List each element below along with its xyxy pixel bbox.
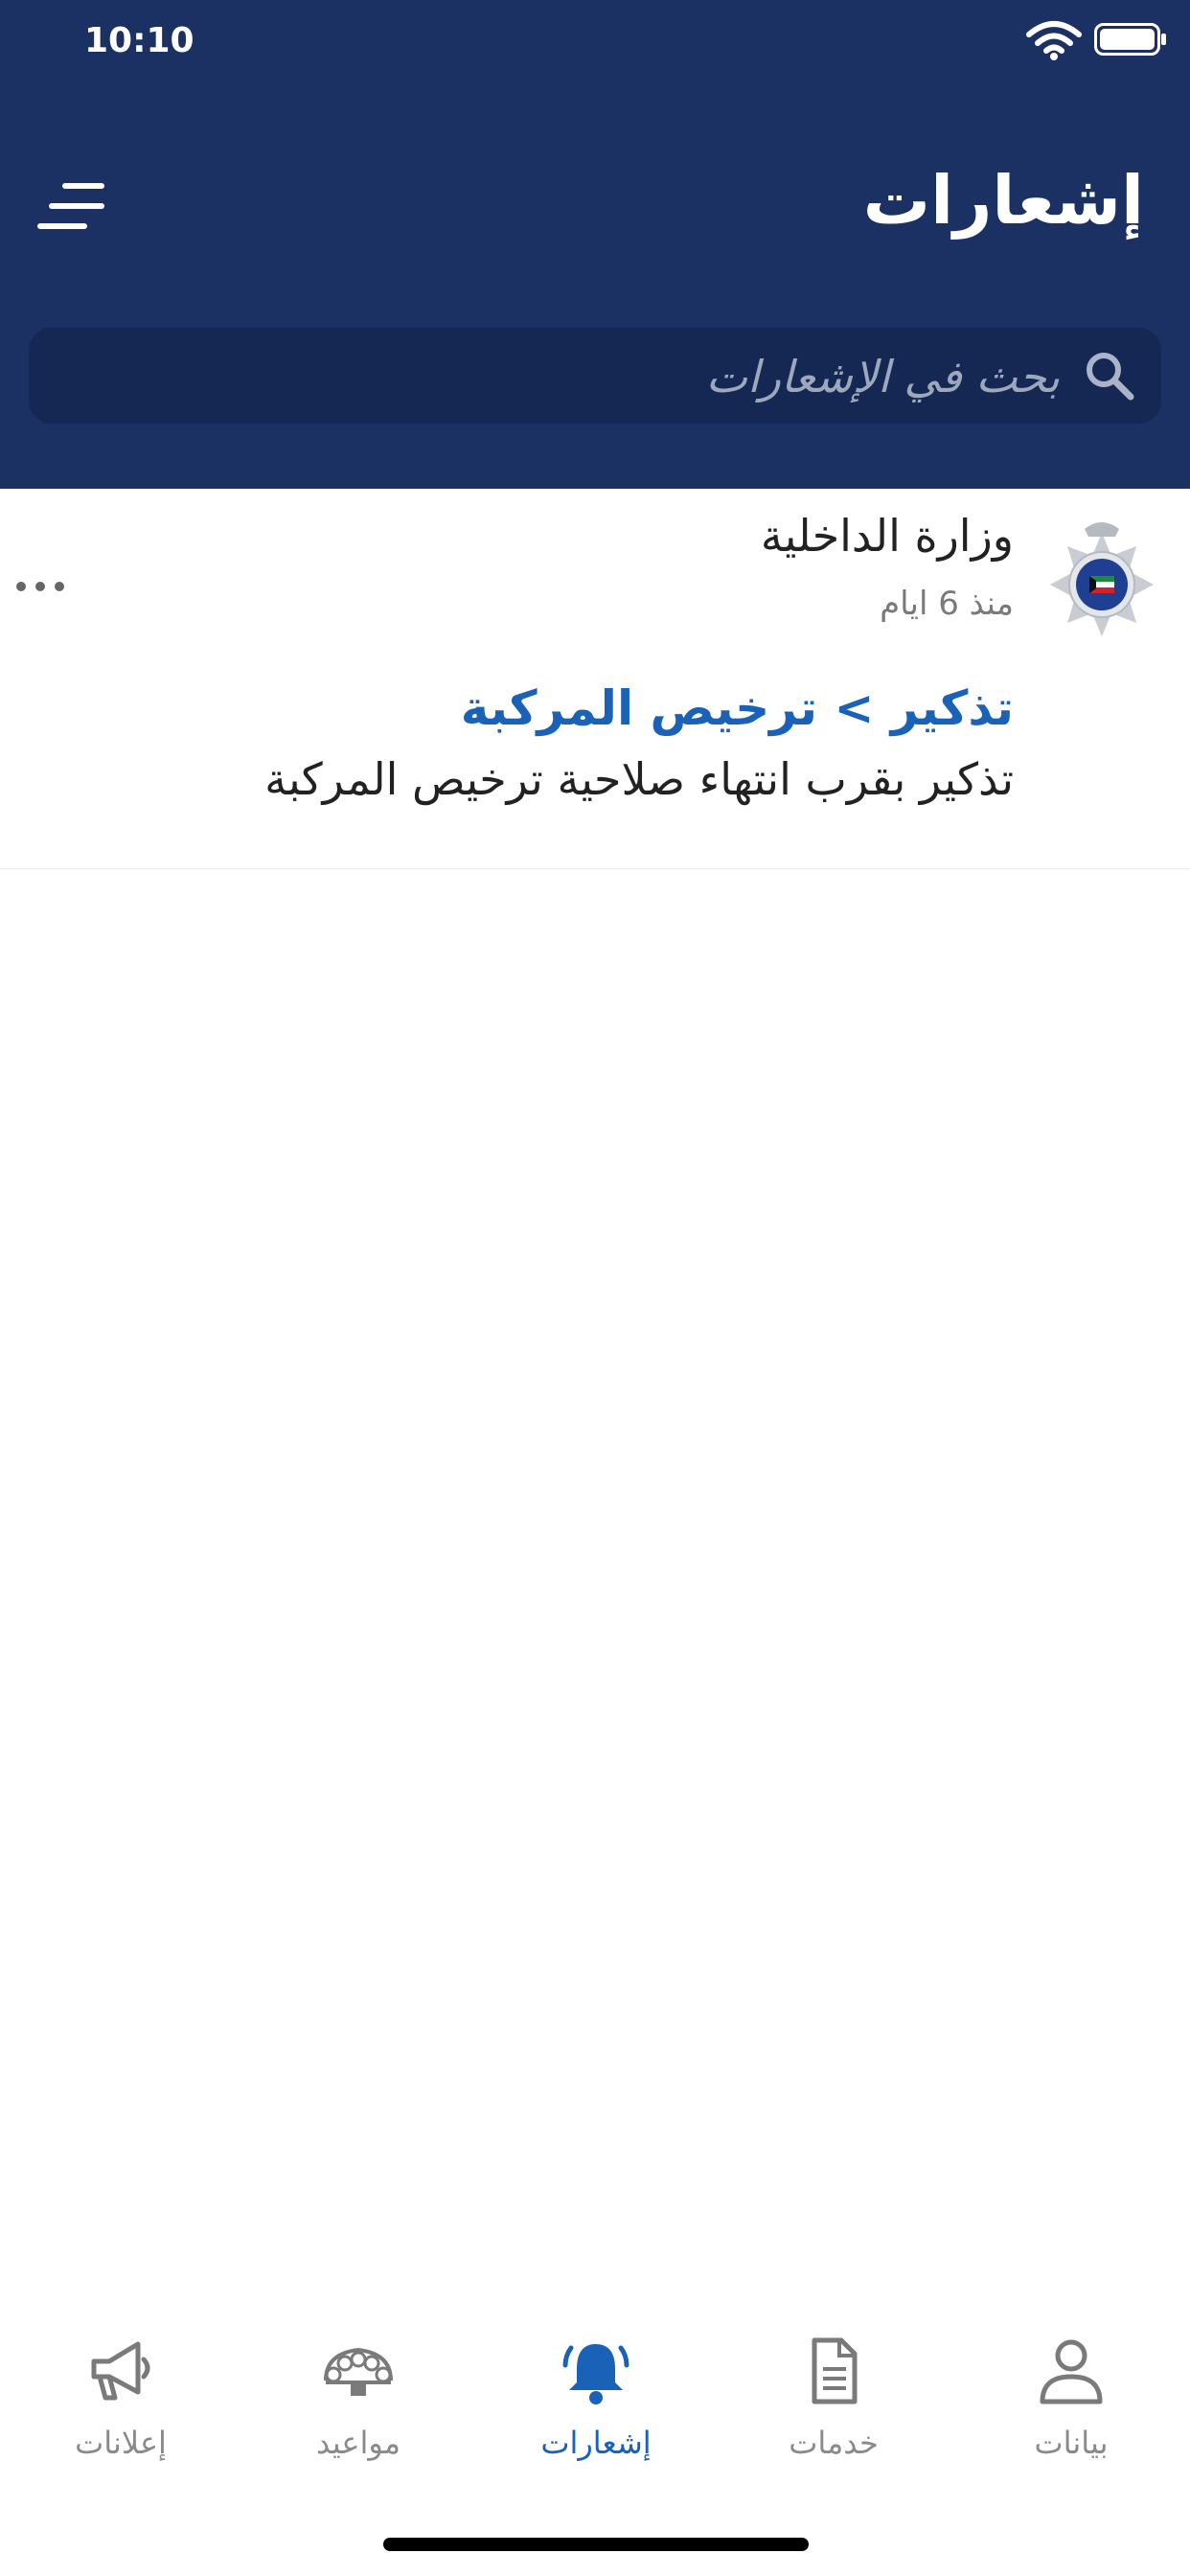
page-title: إشعارات — [862, 161, 1144, 240]
search-input[interactable] — [100, 328, 1062, 426]
more-options-icon[interactable] — [13, 577, 67, 596]
tab-appointments[interactable]: مواعيد — [240, 2310, 477, 2492]
search-icon — [1087, 353, 1134, 401]
menu-icon[interactable] — [36, 180, 105, 232]
notification-sender: وزارة الداخلية — [760, 510, 1014, 562]
tab-label-services: خدمات — [789, 2425, 879, 2461]
appointments-icon — [324, 2347, 393, 2396]
tab-announcements[interactable]: إعلانات — [2, 2310, 240, 2492]
notification-card[interactable]: وزارة الداخلية منذ 6 ايام تذكير > ترخيص … — [0, 489, 1190, 869]
header: 10:10 إشعارات — [0, 0, 1190, 489]
tab-label-profile: بيانات — [1034, 2425, 1109, 2461]
person-icon — [1040, 2339, 1103, 2404]
document-icon — [812, 2337, 858, 2404]
notification-title: تذكير > ترخيص المركبة — [460, 680, 1014, 736]
wifi-icon — [1026, 21, 1082, 60]
tab-label-appointments: مواعيد — [315, 2425, 401, 2461]
notification-body: تذكير بقرب انتهاء صلاحية ترخيص المركبة — [264, 753, 1014, 805]
kuwait-police-logo-icon — [1050, 522, 1154, 636]
tab-label-announcements: إعلانات — [75, 2425, 167, 2461]
battery-icon — [1094, 23, 1166, 56]
tab-notifications[interactable]: إشعارات — [477, 2310, 715, 2492]
tab-services[interactable]: خدمات — [715, 2310, 952, 2492]
home-indicator — [383, 2538, 809, 2551]
notification-time: منذ 6 ايام — [880, 585, 1014, 623]
tab-bar: بيانات خدمات إشعارات مواعيد إعلانات — [0, 2310, 1190, 2501]
tab-profile[interactable]: بيانات — [952, 2310, 1190, 2492]
megaphone-icon — [91, 2341, 150, 2401]
status-time: 10:10 — [84, 21, 195, 60]
tab-label-notifications: إشعارات — [540, 2425, 652, 2461]
bell-icon — [562, 2344, 629, 2404]
search-bar[interactable] — [29, 328, 1161, 426]
